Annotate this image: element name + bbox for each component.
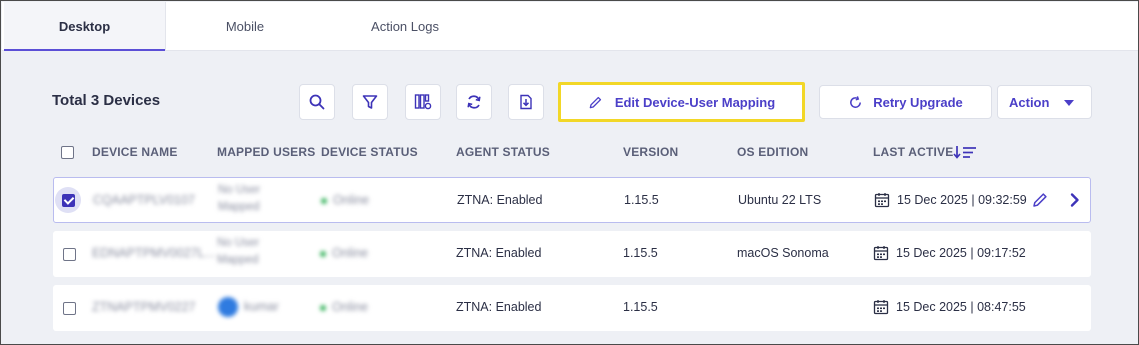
agent-status: ZTNA: Enabled (456, 246, 542, 260)
online-status-dot (320, 304, 326, 311)
page-title: Total 3 Devices (52, 92, 161, 109)
mapped-user-line1: No User (218, 184, 261, 196)
mapped-user-line2: Mapped (217, 254, 259, 266)
agent-status: ZTNA: Enabled (457, 193, 543, 207)
version: 1.15.5 (624, 193, 659, 207)
mapped-user: kumar (218, 297, 279, 317)
columns-settings-button[interactable] (405, 84, 441, 120)
col-version[interactable]: VERSION (623, 145, 678, 159)
table-row[interactable]: EDNAPTPMV0027L... No User Mapped Online … (53, 231, 1091, 277)
device-status-text: Online (332, 300, 369, 314)
device-name[interactable]: ZTNAPTPMV0227 (92, 300, 196, 314)
col-mapped-users[interactable]: MAPPED USERS (217, 145, 315, 159)
export-button[interactable] (508, 84, 544, 120)
col-device-status[interactable]: DEVICE STATUS (321, 145, 418, 159)
calendar-icon (874, 193, 890, 208)
last-active: 15 Dec 2025 | 09:17:52 (896, 246, 1026, 260)
calendar-icon (873, 246, 889, 261)
refresh-button[interactable] (456, 84, 492, 120)
tab-mobile[interactable]: Mobile (165, 2, 325, 51)
action-label: Action (1009, 95, 1050, 110)
online-status-dot (321, 197, 327, 204)
last-active: 15 Dec 2025 | 09:32:59 (897, 193, 1027, 207)
calendar-icon (873, 300, 889, 315)
device-status: Online (320, 246, 368, 260)
tab-desktop[interactable]: Desktop (4, 2, 165, 51)
mapped-user-name: kumar (244, 299, 279, 314)
version: 1.15.5 (623, 246, 658, 260)
row-checkbox[interactable] (63, 302, 76, 315)
device-status: Online (321, 193, 369, 207)
tab-bar: Desktop Mobile Action Logs (2, 2, 1138, 51)
last-active: 15 Dec 2025 | 08:47:55 (896, 300, 1026, 314)
chevron-right-icon[interactable] (1066, 191, 1084, 209)
filter-icon (362, 95, 378, 109)
table-row[interactable]: ZTNAPTPMV0227 kumar Online ZTNA: Enabled… (53, 285, 1091, 331)
version: 1.15.5 (623, 300, 658, 314)
row-checkbox[interactable] (62, 194, 75, 207)
mapped-user-line2: Mapped (218, 201, 260, 213)
retry-icon (850, 95, 862, 108)
app-frame: Desktop Mobile Action Logs Total 3 Devic… (0, 0, 1139, 345)
device-status: Online (320, 300, 368, 314)
table-row[interactable]: CQAAPTPLV0107 No User Mapped Online ZTNA… (53, 177, 1091, 223)
chevron-down-icon (1064, 100, 1074, 106)
col-device-name[interactable]: DEVICE NAME (92, 145, 178, 159)
retry-upgrade-label: Retry Upgrade (873, 94, 963, 110)
avatar (218, 297, 238, 317)
action-dropdown[interactable]: Action (997, 85, 1092, 119)
search-button[interactable] (299, 84, 335, 120)
pencil-icon (589, 96, 601, 108)
device-name[interactable]: CQAAPTPLV0107 (93, 193, 195, 207)
col-os-edition[interactable]: OS EDITION (737, 145, 808, 159)
row-checkbox[interactable] (63, 248, 76, 261)
col-last-active[interactable]: LAST ACTIVE (873, 145, 953, 159)
agent-status: ZTNA: Enabled (456, 300, 542, 314)
table-header: DEVICE NAME MAPPED USERS DEVICE STATUS A… (1, 141, 1139, 163)
col-agent-status[interactable]: AGENT STATUS (456, 145, 550, 159)
device-status-text: Online (333, 193, 370, 207)
search-icon (309, 94, 325, 110)
online-status-dot (320, 250, 326, 257)
device-status-text: Online (332, 246, 369, 260)
pencil-icon[interactable] (1031, 191, 1049, 209)
os-edition: macOS Sonoma (737, 246, 829, 260)
tab-action-logs[interactable]: Action Logs (325, 2, 485, 51)
edit-device-user-mapping-button[interactable]: Edit Device-User Mapping (558, 82, 805, 122)
edit-mapping-label: Edit Device-User Mapping (614, 94, 776, 110)
select-all-checkbox[interactable] (61, 146, 74, 159)
os-edition: Ubuntu 22 LTS (738, 193, 822, 207)
filter-button[interactable] (352, 84, 388, 120)
sort-descending-icon[interactable] (953, 144, 977, 160)
mapped-user-line1: No User (217, 237, 260, 249)
device-name[interactable]: EDNAPTPMV0027L... (92, 246, 215, 260)
refresh-icon (467, 95, 481, 109)
columns-settings-icon (414, 94, 432, 110)
export-icon (520, 94, 532, 110)
retry-upgrade-button[interactable]: Retry Upgrade (819, 85, 992, 119)
